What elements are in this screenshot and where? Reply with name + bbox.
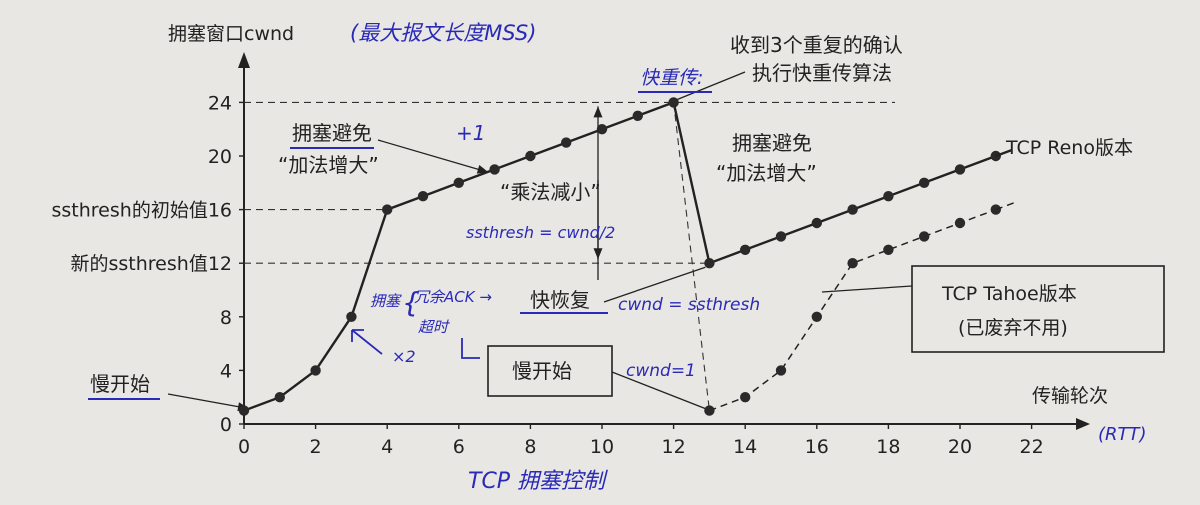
pointer-slow-start <box>167 393 250 410</box>
fast-recovery-label: 快恢复 <box>530 288 590 312</box>
hw-timeout-arrow <box>461 338 480 359</box>
x-tick-label: 0 <box>238 436 250 458</box>
hw-fast-retrans: 快重传: <box>640 67 703 89</box>
caption-note: TCP 拥塞控制 <box>468 469 608 494</box>
hw-congestion: 拥塞 <box>370 292 402 310</box>
y-axis-title-note: (最大报文长度MSS) <box>350 21 536 45</box>
data-point <box>704 258 715 269</box>
x-tick-label: 4 <box>381 436 393 458</box>
x-tick-label: 22 <box>1020 436 1044 458</box>
data-point <box>919 177 930 188</box>
data-point <box>847 204 858 215</box>
data-point <box>346 311 357 322</box>
tahoe-box <box>911 265 1165 353</box>
data-point <box>668 97 679 108</box>
hw-x2: ×2 <box>392 347 416 366</box>
data-point <box>954 164 966 175</box>
x-tick-label: 14 <box>733 436 757 458</box>
reno-label: TCP Reno版本 <box>1005 137 1133 159</box>
y-axis-arrow <box>238 52 250 68</box>
fast-retrans-label-1: 收到3个重复的确认 <box>730 33 903 57</box>
data-point <box>596 124 608 135</box>
mult-dec-arrow-up-head <box>593 106 603 118</box>
x-axis-title: 传输轮次 <box>1032 385 1108 407</box>
data-point <box>382 204 393 215</box>
data-point <box>453 177 464 188</box>
fast-retrans-label-2: 执行快重传算法 <box>752 61 892 85</box>
hw-x2-arrow <box>351 329 383 355</box>
x-tick-label: 8 <box>524 436 536 458</box>
x-tick-label: 16 <box>805 436 829 458</box>
tahoe-box-label-2: (已废弃不用) <box>958 317 1068 339</box>
data-point <box>919 231 930 242</box>
data-point <box>775 365 787 376</box>
data-point <box>954 217 966 229</box>
data-point <box>740 244 751 255</box>
y-tick-label: 20 <box>208 146 232 168</box>
hw-ssthresh: ssthresh = cwnd/2 <box>466 223 615 242</box>
x-axis-title-note: (RTT) <box>1098 424 1147 445</box>
x-tick-label: 6 <box>453 436 465 458</box>
hw-cwnd-ssthresh: cwnd = ssthresh <box>618 295 760 315</box>
y-axis-title: 拥塞窗口cwnd <box>168 23 294 45</box>
data-point <box>274 392 285 403</box>
mult-dec-label: “乘法减小” <box>500 180 601 204</box>
y-tick-label: 0 <box>220 414 232 436</box>
ca1-label-2: “加法增大” <box>278 153 379 177</box>
x-tick-labels: 0 2 4 6 8 10 12 14 16 18 20 22 <box>238 424 1044 458</box>
x-tick-label: 10 <box>590 436 614 458</box>
x-tick-label: 12 <box>662 436 686 458</box>
data-point <box>704 405 715 416</box>
y-tick-label: ssthresh的初始值16 <box>52 200 233 222</box>
ca1-label-1: 拥塞避免 <box>292 121 372 145</box>
mult-dec-arrow-down-head <box>593 248 603 260</box>
data-point <box>310 365 321 376</box>
y-tick-label: 新的ssthresh值12 <box>71 253 233 275</box>
y-tick-label: 8 <box>220 307 232 329</box>
x-tick-label: 2 <box>310 436 322 458</box>
chart-canvas: 0 2 4 6 8 10 12 14 16 18 20 22 048新的ssthresh值12ssth… <box>52 21 1165 494</box>
x-axis-arrow <box>1076 418 1090 430</box>
slow-start-box-label: 慢开始 <box>512 359 572 383</box>
x-tick-label: 18 <box>876 436 900 458</box>
data-point <box>632 110 643 122</box>
ca2-label-1: 拥塞避免 <box>732 131 812 155</box>
hw-cwnd-1: cwnd=1 <box>626 361 696 381</box>
data-point <box>238 405 250 416</box>
slow-start-label: 慢开始 <box>90 372 150 396</box>
data-point <box>811 311 822 322</box>
data-point <box>775 231 787 242</box>
tahoe-box-label-1: TCP Tahoe版本 <box>941 283 1077 305</box>
y-tick-label: 4 <box>220 360 232 382</box>
data-point <box>525 150 536 162</box>
y-tick-label: 24 <box>208 92 232 114</box>
data-point <box>561 137 572 148</box>
data-point <box>883 244 894 255</box>
hw-timeout: 超时 <box>418 318 450 336</box>
data-point <box>740 392 751 403</box>
data-point <box>811 217 822 229</box>
data-point <box>883 191 894 202</box>
data-point <box>417 191 429 202</box>
hw-plus1: +1 <box>456 121 485 145</box>
hw-dup-ack: 冗余ACK → <box>414 288 492 306</box>
data-point <box>489 164 500 175</box>
data-point <box>847 258 858 269</box>
ca2-label-2: “加法增大” <box>716 161 817 185</box>
x-tick-label: 20 <box>948 436 972 458</box>
